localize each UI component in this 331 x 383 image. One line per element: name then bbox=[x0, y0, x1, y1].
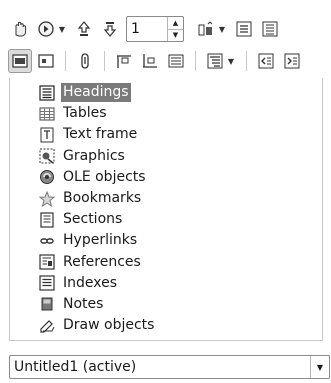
content-view-button[interactable] bbox=[8, 49, 32, 73]
nav-item-tables[interactable]: Tables bbox=[10, 103, 322, 124]
nav-item-headings[interactable]: Headings bbox=[10, 82, 322, 103]
demote-level-icon bbox=[284, 53, 300, 69]
nav-item-bookmarks[interactable]: Bookmarks bbox=[10, 188, 322, 209]
nav-item-sections[interactable]: Sections bbox=[10, 209, 322, 230]
bookmark-star-icon bbox=[39, 190, 55, 207]
nav-item-text-frame[interactable]: Text frame bbox=[10, 124, 322, 145]
nav-item-label: Hyperlinks bbox=[63, 232, 138, 249]
promote-chapter-button[interactable] bbox=[232, 17, 256, 41]
nav-item-label: Text frame bbox=[63, 126, 138, 143]
nav-item-hyperlinks[interactable]: Hyperlinks bbox=[10, 230, 322, 251]
previous-object-button[interactable] bbox=[72, 17, 96, 41]
nav-item-indexes[interactable]: Indexes bbox=[10, 273, 322, 294]
nav-item-label: Sections bbox=[63, 211, 123, 228]
header-button[interactable] bbox=[112, 49, 136, 73]
promote-level-button[interactable] bbox=[254, 49, 278, 73]
navigator-toolbar-top: ▼ ▲ ▼ ▼ bbox=[8, 14, 325, 44]
heading-levels-dropdown-icon[interactable]: ▼ bbox=[227, 57, 235, 66]
nav-item-label: Bookmarks bbox=[63, 190, 142, 207]
footer-icon bbox=[143, 54, 157, 68]
drag-mode-icon bbox=[198, 21, 213, 36]
navigator-category-list: Headings Tables Text frame Graphics OLE … bbox=[10, 78, 322, 336]
section-icon bbox=[40, 212, 54, 228]
anchor-text-button[interactable] bbox=[164, 49, 188, 73]
draw-object-icon bbox=[40, 319, 55, 333]
nav-item-label: Indexes bbox=[63, 274, 118, 291]
toggle-list-button[interactable] bbox=[34, 49, 58, 73]
heading-levels-icon bbox=[207, 53, 223, 69]
footer-button[interactable] bbox=[138, 49, 162, 73]
reminder-button[interactable] bbox=[73, 49, 97, 73]
promote-chapter-icon bbox=[236, 21, 252, 37]
nav-item-label: Graphics bbox=[63, 147, 125, 164]
table-icon bbox=[39, 107, 55, 121]
drag-mode-dropdown-icon[interactable]: ▼ bbox=[218, 25, 226, 34]
navigate-by-dropdown-icon[interactable]: ▼ bbox=[58, 25, 66, 34]
document-select[interactable]: Untitled1 (active) ▼ bbox=[9, 355, 330, 379]
nav-item-label: Notes bbox=[63, 295, 104, 312]
navigation-toggle-button[interactable] bbox=[8, 17, 32, 41]
demote-level-button[interactable] bbox=[280, 49, 304, 73]
arrow-down-icon bbox=[103, 22, 117, 37]
nav-item-label: OLE objects bbox=[63, 168, 146, 185]
nav-item-label: Draw objects bbox=[63, 317, 155, 334]
toolbar-separator bbox=[195, 51, 196, 71]
nav-item-references[interactable]: References bbox=[10, 252, 322, 273]
spin-down-icon[interactable]: ▼ bbox=[168, 28, 183, 42]
nav-item-draw-objects[interactable]: Draw objects bbox=[10, 315, 322, 336]
promote-level-icon bbox=[258, 53, 274, 69]
demote-chapter-button[interactable] bbox=[258, 17, 282, 41]
spin-up-icon[interactable]: ▲ bbox=[168, 17, 183, 29]
nav-item-label: References bbox=[63, 253, 141, 270]
paperclip-icon bbox=[81, 53, 89, 69]
anchor-text-icon bbox=[168, 54, 184, 68]
nav-item-graphics[interactable]: Graphics bbox=[10, 146, 322, 167]
navigate-circle-icon bbox=[38, 21, 54, 37]
toolbar-separator bbox=[246, 51, 247, 71]
index-icon bbox=[39, 275, 55, 291]
toolbar-separator bbox=[65, 51, 66, 71]
ole-object-icon bbox=[40, 170, 54, 185]
heading-levels-button[interactable] bbox=[203, 49, 227, 73]
arrow-up-icon bbox=[77, 21, 91, 36]
nav-item-ole-objects[interactable]: OLE objects bbox=[10, 167, 322, 188]
document-select-value: Untitled1 (active) bbox=[14, 359, 137, 375]
toolbar-separator bbox=[104, 51, 105, 71]
nav-item-label: Headings bbox=[61, 83, 131, 103]
reference-icon bbox=[39, 254, 55, 270]
nav-item-label: Tables bbox=[63, 105, 107, 122]
chevron-down-icon[interactable]: ▼ bbox=[310, 356, 329, 378]
nav-item-notes[interactable]: Notes bbox=[10, 294, 322, 315]
window-icon bbox=[38, 54, 54, 68]
headings-icon bbox=[39, 84, 55, 101]
next-object-button[interactable] bbox=[98, 17, 122, 41]
navigator-content-tree: Headings Tables Text frame Graphics OLE … bbox=[9, 78, 323, 341]
hyperlink-icon bbox=[40, 238, 54, 244]
navigator-toolbar-bottom: ▼ bbox=[8, 46, 325, 76]
navigate-by-button[interactable] bbox=[34, 17, 58, 41]
header-icon bbox=[117, 55, 131, 68]
demote-chapter-icon bbox=[262, 21, 278, 37]
page-number-spinbox[interactable]: ▲ ▼ bbox=[126, 16, 184, 42]
note-icon bbox=[41, 297, 53, 311]
page-number-input[interactable] bbox=[127, 17, 167, 41]
list-box-icon bbox=[12, 54, 28, 68]
graphics-icon bbox=[39, 148, 55, 164]
drag-mode-button[interactable] bbox=[194, 17, 218, 41]
navigation-hand-icon bbox=[15, 21, 27, 37]
text-frame-icon bbox=[40, 127, 54, 143]
